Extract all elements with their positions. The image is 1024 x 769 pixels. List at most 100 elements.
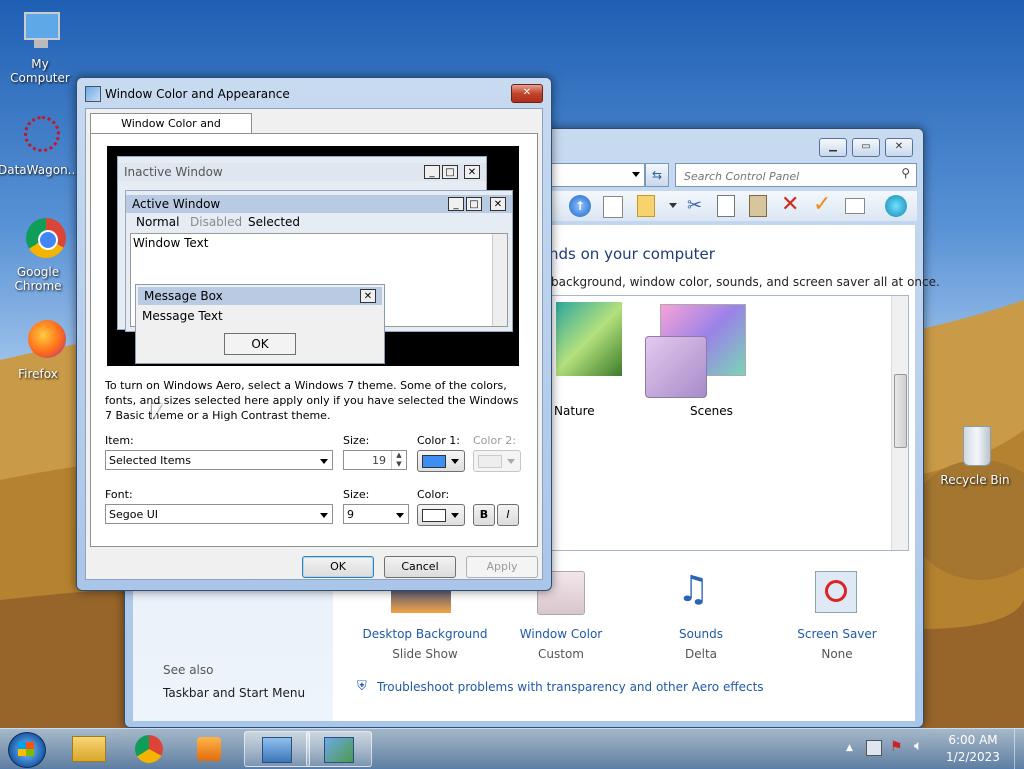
chevron-down-icon	[451, 513, 459, 518]
refresh-icon[interactable]: ⇆	[645, 163, 669, 187]
ok-button[interactable]: OK	[302, 556, 374, 578]
taskbar-window-color[interactable]	[306, 731, 372, 767]
scrollbar-thumb[interactable]	[894, 374, 907, 448]
clock-time[interactable]: 6:00 AM	[938, 733, 1008, 747]
font-label: Font:	[105, 488, 133, 501]
window-text: Window Text	[133, 236, 209, 250]
volume-icon[interactable]: 🔈︎	[914, 738, 922, 754]
cancel-button[interactable]: Cancel	[384, 556, 456, 578]
font-size-select[interactable]: 9	[343, 504, 409, 524]
show-hidden-icons[interactable]: ▲	[846, 743, 853, 753]
item-select[interactable]: Selected Items	[105, 450, 333, 470]
spin-down-icon[interactable]: ▼	[391, 460, 406, 469]
color1-swatch	[422, 455, 446, 468]
font-select[interactable]: Segoe UI	[105, 504, 333, 524]
copy-icon[interactable]	[717, 195, 735, 217]
desktop-icon-label: Firefox	[18, 367, 58, 381]
dialog-body: Window Color and Appearance Inactive Win…	[85, 108, 543, 580]
address-bar[interactable]	[551, 163, 645, 187]
desktop-icon-label: My Computer	[10, 57, 70, 85]
window-color-link[interactable]: Window Color	[491, 627, 631, 641]
close-icon: ✕	[490, 197, 506, 211]
page-heading: nds on your computer	[549, 245, 715, 263]
page-subheading: background, window color, sounds, and sc…	[551, 275, 940, 289]
theme-label: Scenes	[690, 404, 733, 418]
desktop-icon-recycle-bin[interactable]: Recycle Bin	[935, 424, 1015, 487]
close-button[interactable]: ✕	[885, 138, 913, 157]
close-button[interactable]: ✕	[511, 84, 543, 103]
folder-icon[interactable]	[637, 195, 655, 217]
screen-saver-icon[interactable]	[815, 571, 857, 613]
start-button[interactable]	[8, 732, 46, 768]
desktop-icon-google-chrome[interactable]: Google Chrome	[0, 216, 78, 293]
troubleshoot-link[interactable]: Troubleshoot problems with transparency …	[377, 680, 764, 694]
taskbar-chrome[interactable]	[116, 731, 182, 767]
taskbar-media-player[interactable]	[176, 731, 242, 767]
search-icon[interactable]: ⚲	[901, 166, 910, 180]
desktop-icon-datawagon[interactable]: DataWagon...	[0, 114, 79, 177]
tab-window-color-and-appearance[interactable]: Window Color and Appearance	[90, 113, 252, 150]
desktop-icon-label: Google Chrome	[14, 265, 62, 293]
font-color-picker[interactable]	[417, 504, 465, 526]
desktop-background-link[interactable]: Desktop Background	[355, 627, 495, 641]
chevron-down-icon	[396, 513, 404, 518]
chevron-down-icon	[320, 513, 328, 518]
nature-theme-thumbnail[interactable]	[556, 302, 622, 376]
apply-button[interactable]: Apply	[466, 556, 538, 578]
taskbar-explorer[interactable]	[56, 731, 122, 767]
taskbar: ▲ ⚑ 🔈︎ 6:00 AM 1/2/2023	[0, 728, 1024, 769]
paste-icon[interactable]	[749, 195, 767, 217]
spin-up-icon[interactable]: ▲	[391, 451, 406, 460]
close-icon: ✕	[360, 289, 376, 303]
preview-message-box: Message Box ✕ Message Text OK	[135, 284, 385, 364]
screen-saver-link[interactable]: Screen Saver	[767, 627, 907, 641]
minimize-button[interactable]: ▁	[819, 138, 847, 157]
datawagon-icon	[14, 114, 62, 160]
properties-icon[interactable]	[845, 198, 865, 214]
cut-icon[interactable]: ✂	[687, 195, 702, 216]
color1-picker[interactable]	[417, 450, 465, 472]
search-field[interactable]: ⚲	[675, 163, 917, 187]
pane-icon[interactable]	[603, 196, 623, 218]
check-icon[interactable]: ✓	[813, 192, 831, 217]
message-box-ok: OK	[224, 333, 296, 355]
media-player-icon	[197, 737, 221, 761]
menu-selected: Selected	[248, 215, 301, 229]
network-icon[interactable]	[866, 740, 882, 756]
show-desktop-button[interactable]	[1014, 729, 1024, 769]
globe-icon[interactable]	[885, 195, 907, 217]
maximize-button[interactable]: ▭	[852, 138, 880, 157]
sounds-link[interactable]: Sounds	[631, 627, 771, 641]
dialog-app-icon	[85, 86, 101, 102]
scrollbar[interactable]	[891, 296, 908, 550]
search-input[interactable]	[682, 166, 886, 186]
sounds-icon[interactable]: ♫	[677, 569, 709, 610]
clock-date[interactable]: 1/2/2023	[938, 750, 1008, 764]
bold-button[interactable]: B	[473, 504, 495, 526]
up-arrow-icon[interactable]: ↑	[569, 195, 591, 217]
font-select-value: Segoe UI	[109, 508, 159, 521]
preview-scrollbar	[492, 234, 507, 326]
desktop-background-value: Slide Show	[392, 647, 458, 661]
desktop-icon-my-computer[interactable]: My Computer	[0, 8, 80, 85]
maximize-icon: □	[466, 197, 482, 211]
taskbar-and-start-menu-link[interactable]: Taskbar and Start Menu	[163, 686, 305, 700]
tab-panel: Inactive Window _ □ ✕ Active Window _ □ …	[90, 133, 538, 547]
delete-icon[interactable]: ✕	[781, 192, 799, 217]
desktop-icon-firefox[interactable]: Firefox	[0, 318, 78, 381]
size-label: Size:	[343, 434, 370, 447]
chevron-down-icon	[507, 459, 515, 464]
taskbar-control-panel[interactable]	[244, 731, 310, 767]
action-center-icon[interactable]: ⚑	[890, 739, 903, 755]
dropdown-arrow-icon[interactable]	[669, 203, 677, 208]
control-panel-icon	[262, 737, 292, 763]
scenes-theme-thumbnail[interactable]	[645, 336, 707, 398]
chrome-icon	[135, 735, 163, 763]
italic-button[interactable]: I	[497, 504, 519, 526]
recycle-bin-icon	[951, 424, 999, 470]
aero-description: To turn on Windows Aero, select a Window…	[105, 379, 519, 422]
folder-icon	[72, 736, 106, 762]
size-stepper[interactable]: 19 ▲ ▼	[343, 450, 407, 470]
color2-swatch	[478, 455, 502, 468]
desktop-icon-label: Recycle Bin	[940, 473, 1010, 487]
